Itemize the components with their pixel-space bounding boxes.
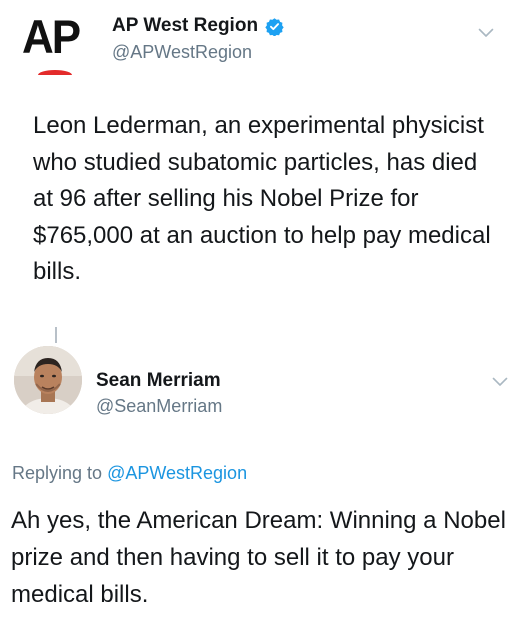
original-tweet: AP AP West Region @APWestRegion Leon Led…: [0, 0, 518, 340]
ap-logo-avatar[interactable]: AP: [22, 10, 88, 78]
tweet-text: Leon Lederman, an experimental physicist…: [33, 112, 491, 285]
reply-author-display-name[interactable]: Sean Merriam: [96, 370, 221, 392]
reply-author-handle[interactable]: @SeanMerriam: [96, 395, 222, 417]
chevron-down-icon[interactable]: [492, 377, 508, 387]
avatar-photo: [14, 346, 82, 414]
replying-to-line: Replying to @APWestRegion: [12, 462, 247, 484]
author-handle[interactable]: @APWestRegion: [112, 41, 252, 63]
replying-to-label: Replying to: [12, 463, 103, 483]
verified-badge-icon: [265, 17, 284, 36]
replying-to-handle-link[interactable]: @APWestRegion: [107, 463, 247, 483]
ap-logo-underline: [38, 70, 72, 75]
chevron-down-icon[interactable]: [478, 28, 494, 38]
author-name-row: AP West Region: [112, 14, 284, 38]
reply-tweet-text: Ah yes, the American Dream: Winning a No…: [11, 507, 506, 608]
ap-logo-text: AP: [22, 10, 81, 64]
thread-connector-line: [55, 327, 57, 343]
avatar[interactable]: [14, 346, 82, 414]
author-display-name[interactable]: AP West Region: [112, 14, 258, 38]
